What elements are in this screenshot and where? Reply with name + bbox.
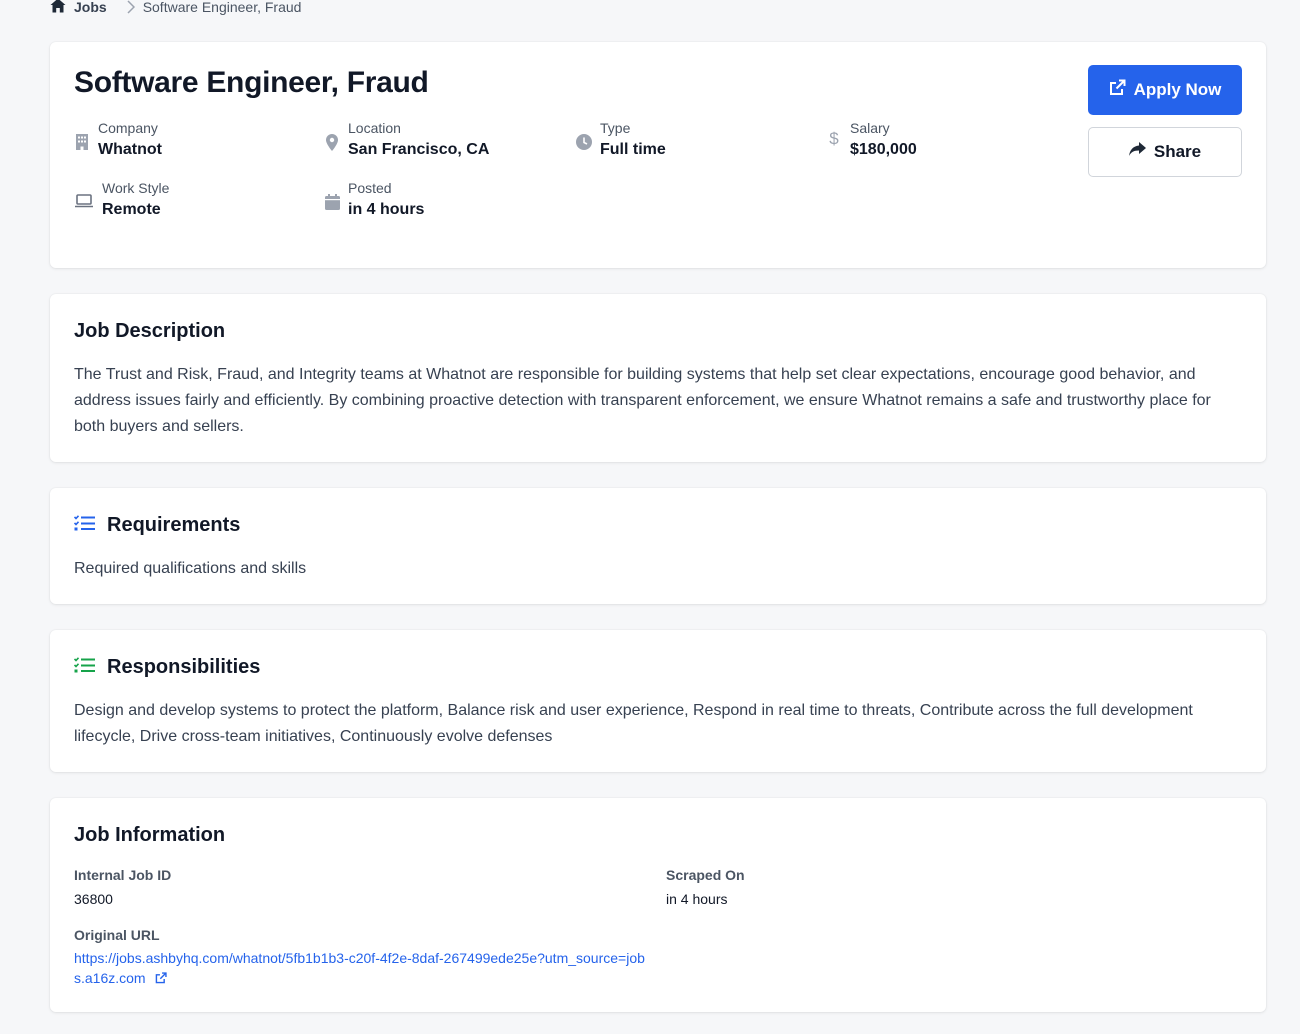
meta-type: Type Full time — [576, 120, 666, 161]
type-label: Type — [600, 120, 631, 136]
share-button[interactable]: Share — [1088, 127, 1242, 177]
work-style-value: Remote — [102, 201, 161, 218]
salary-label: Salary — [850, 120, 890, 136]
internal-job-id-value: 36800 — [74, 891, 113, 907]
home-icon — [50, 0, 66, 16]
chevron-right-icon — [127, 0, 135, 14]
requirements-title-text: Requirements — [107, 514, 241, 536]
job-header-card: Software Engineer, Fraud Company Whatnot… — [50, 42, 1266, 268]
building-icon — [74, 134, 90, 150]
meta-work-style: Work Style Remote — [74, 180, 169, 221]
job-information-title-text: Job Information — [74, 824, 226, 846]
company-value: Whatnot — [98, 141, 162, 158]
apply-now-button[interactable]: Apply Now — [1088, 65, 1242, 115]
posted-value: in 4 hours — [348, 201, 425, 218]
requirements-card: Requirements Required qualifications and… — [50, 488, 1266, 604]
requirements-text: Required qualifications and skills — [74, 560, 307, 577]
internal-job-id-label: Internal Job ID — [74, 867, 172, 883]
responsibilities-title: Responsibilities — [73, 656, 261, 679]
dollar-icon: $ — [829, 129, 839, 148]
responsibilities-title-text: Responsibilities — [107, 656, 261, 678]
type-value: Full time — [600, 141, 666, 158]
external-link-icon — [1109, 79, 1126, 101]
apply-now-label: Apply Now — [1133, 80, 1222, 99]
responsibilities-card: Responsibilities Design and develop syst… — [50, 630, 1266, 772]
work-style-label: Work Style — [102, 180, 170, 196]
scraped-on-label: Scraped On — [666, 867, 745, 883]
share-label: Share — [1153, 142, 1202, 161]
salary-value: $180,000 — [850, 141, 917, 158]
meta-salary: $ Salary $180,000 — [826, 120, 917, 161]
breadcrumb-current: Software Engineer, Fraud — [142, 0, 302, 15]
calendar-icon — [324, 194, 340, 210]
location-label: Location — [348, 120, 401, 136]
job-information-card: Job Information Internal Job ID 36800 Sc… — [50, 798, 1266, 1012]
job-information-title: Job Information — [74, 824, 225, 847]
list-check-icon — [73, 656, 95, 679]
clock-icon — [576, 134, 592, 150]
posted-label: Posted — [348, 180, 392, 196]
original-url-label: Original URL — [74, 927, 160, 943]
company-label: Company — [98, 120, 158, 136]
scraped-on-value: in 4 hours — [666, 891, 728, 907]
job-description-title: Job Description — [74, 320, 225, 343]
share-icon — [1128, 142, 1146, 162]
original-url-link[interactable]: https://jobs.ashbyhq.com/whatnot/5fb1b1b… — [74, 948, 654, 989]
job-description-card: Job Description The Trust and Risk, Frau… — [50, 294, 1266, 462]
job-description-text: The Trust and Risk, Fraud, and Integrity… — [74, 366, 1211, 435]
responsibilities-text: Design and develop systems to protect th… — [74, 702, 1193, 745]
breadcrumb: Jobs Software Engineer, Fraud — [50, 0, 301, 18]
meta-company: Company Whatnot — [74, 120, 162, 161]
location-value: San Francisco, CA — [348, 141, 490, 158]
breadcrumb-home-label: Jobs — [74, 0, 107, 15]
map-pin-icon — [324, 134, 340, 151]
laptop-icon — [74, 194, 94, 208]
meta-posted: Posted in 4 hours — [324, 180, 424, 221]
list-check-icon — [73, 514, 95, 537]
meta-location: Location San Francisco, CA — [324, 120, 489, 161]
external-link-icon — [155, 969, 168, 989]
breadcrumb-home-link[interactable]: Jobs — [50, 0, 107, 16]
requirements-title: Requirements — [73, 514, 241, 537]
job-description-title-text: Job Description — [74, 320, 226, 342]
job-title: Software Engineer, Fraud — [74, 66, 429, 99]
